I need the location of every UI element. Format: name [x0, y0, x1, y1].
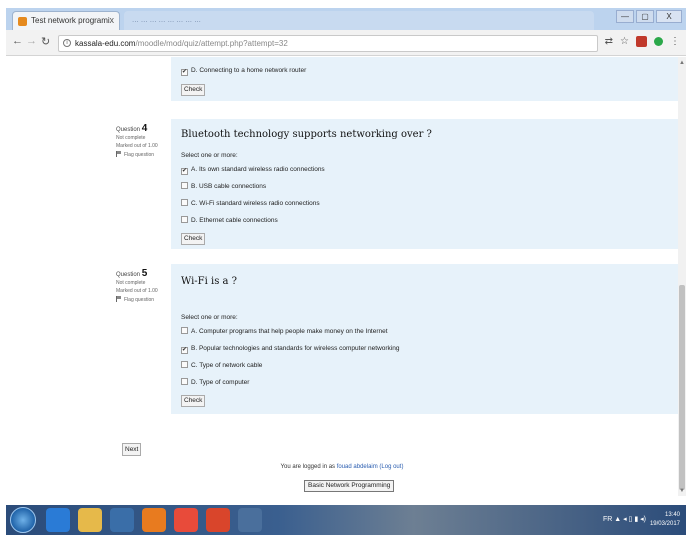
- browser-toolbar: ← → ↻ i kassala-edu.com/moodle/mod/quiz/…: [6, 30, 686, 56]
- logged-in-text: You are logged in as: [280, 464, 336, 470]
- check-button-q4[interactable]: Check: [181, 233, 206, 245]
- tab-title: Test network programi: [31, 16, 110, 25]
- moodle-favicon-icon: [18, 17, 27, 26]
- flag-question-link[interactable]: Flag question: [116, 150, 170, 159]
- checkbox-icon[interactable]: [181, 216, 188, 223]
- q4-option-d[interactable]: D. Ethernet cable connections: [181, 215, 671, 229]
- tab-close-icon[interactable]: x: [110, 15, 115, 25]
- scroll-up-icon[interactable]: ▲: [679, 60, 685, 66]
- question-4-info: Question 4 Not complete Marked out of 1.…: [116, 123, 170, 159]
- inactive-tab-title: ... ... ... ... ... ... ... ...: [132, 15, 201, 24]
- checkbox-icon[interactable]: [181, 199, 188, 206]
- checkbox-icon[interactable]: [181, 182, 188, 189]
- question-4-prompt: Select one or more:: [181, 152, 238, 159]
- maximize-button[interactable]: ▢: [636, 10, 654, 23]
- translate-icon[interactable]: ⇄: [605, 36, 613, 47]
- question-status: Not complete: [116, 280, 146, 286]
- q4-option-c[interactable]: C. Wi-Fi standard wireless radio connect…: [181, 198, 671, 212]
- option-text: A. Computer programs that help people ma…: [191, 328, 388, 335]
- windows-taskbar: FR ▲ ◂ ▯ ▮ ◂) 13:40 19/03/2017: [6, 505, 686, 535]
- address-bar[interactable]: i kassala-edu.com/moodle/mod/quiz/attemp…: [58, 35, 598, 52]
- scroll-down-icon[interactable]: ▼: [679, 488, 685, 494]
- prev-option-letter: D.: [191, 67, 198, 74]
- toolbar-icons: ⇄ ☆ ⋮: [605, 36, 680, 47]
- minimize-button[interactable]: —: [616, 10, 634, 23]
- check-button-q5[interactable]: Check: [181, 395, 206, 407]
- question-5-info: Question 5 Not complete Marked out of 1.…: [116, 268, 170, 304]
- checkbox-icon[interactable]: [181, 69, 188, 76]
- q5-option-c[interactable]: C. Type of network cable: [181, 360, 671, 374]
- reload-icon[interactable]: ↻: [41, 35, 50, 48]
- internet-explorer-icon[interactable]: [46, 508, 70, 532]
- bookmark-star-icon[interactable]: ☆: [620, 36, 629, 47]
- check-button-q3[interactable]: Check: [181, 84, 206, 96]
- option-text: C. Type of network cable: [191, 362, 263, 369]
- clock-time: 13:40: [664, 512, 680, 518]
- window-controls: — ▢ X: [616, 10, 682, 23]
- browser-title-bar: Test network programi x ... ... ... ... …: [6, 8, 686, 30]
- document-app-icon[interactable]: [238, 508, 262, 532]
- flag-icon: [116, 296, 121, 302]
- question-marks: Marked out of 1.00: [116, 143, 158, 149]
- back-arrow-icon[interactable]: ←: [12, 35, 23, 47]
- question-5-prompt: Select one or more:: [181, 314, 238, 321]
- extension-green-icon[interactable]: [654, 37, 663, 46]
- flag-icon: [116, 151, 121, 157]
- question-marks: Marked out of 1.00: [116, 288, 158, 294]
- q5-option-a[interactable]: A. Computer programs that help people ma…: [181, 326, 671, 340]
- download-manager-icon[interactable]: [206, 508, 230, 532]
- question-3-tail: D. Connecting to a home network router C…: [171, 57, 678, 101]
- extension-icon[interactable]: [636, 36, 647, 47]
- tab-test-network[interactable]: Test network programi x: [12, 11, 120, 30]
- logout-link[interactable]: (Log out): [379, 464, 403, 470]
- question-5-text: Wi-Fi is a ?: [181, 276, 238, 287]
- taskbar-clock[interactable]: 13:40 19/03/2017: [650, 511, 680, 529]
- question-4-text: Bluetooth technology supports networking…: [181, 129, 432, 140]
- url-host: kassala-edu.com: [75, 39, 136, 48]
- page-content: D. Connecting to a home network router C…: [6, 57, 678, 496]
- q5-option-b[interactable]: B. Popular technologies and standards fo…: [181, 343, 671, 357]
- option-text: A. Its own standard wireless radio conne…: [191, 166, 325, 173]
- scrollbar-thumb[interactable]: [679, 285, 685, 490]
- checkbox-icon[interactable]: [181, 347, 188, 354]
- option-text: C. Wi-Fi standard wireless radio connect…: [191, 200, 320, 207]
- login-info: You are logged in as fouad abdelaim (Log…: [6, 464, 678, 470]
- question-4-box: Bluetooth technology supports networking…: [171, 119, 678, 249]
- chrome-icon[interactable]: [174, 508, 198, 532]
- next-button[interactable]: Next: [122, 443, 142, 456]
- start-button-icon[interactable]: [10, 507, 36, 533]
- flag-question-link[interactable]: Flag question: [116, 295, 170, 304]
- question-number: Question 5: [116, 268, 148, 279]
- close-window-button[interactable]: X: [656, 10, 682, 23]
- checkbox-icon[interactable]: [181, 361, 188, 368]
- clock-date: 19/03/2017: [649, 521, 680, 527]
- course-home-button[interactable]: Basic Network Programming: [304, 480, 395, 492]
- media-player-icon[interactable]: [110, 508, 134, 532]
- q5-option-d[interactable]: D. Type of computer: [181, 377, 671, 391]
- inactive-tab[interactable]: ... ... ... ... ... ... ... ...: [124, 11, 594, 30]
- option-text: B. USB cable connections: [191, 183, 267, 190]
- system-tray[interactable]: FR ▲ ◂ ▯ ▮ ◂): [603, 515, 646, 523]
- prev-option-d[interactable]: D. Connecting to a home network router: [181, 65, 671, 79]
- menu-kebab-icon[interactable]: ⋮: [670, 36, 680, 47]
- site-info-icon[interactable]: i: [63, 39, 71, 47]
- user-profile-link[interactable]: fouad abdelaim: [337, 464, 378, 470]
- checkbox-icon[interactable]: [181, 168, 188, 175]
- file-explorer-icon[interactable]: [78, 508, 102, 532]
- q4-option-a[interactable]: A. Its own standard wireless radio conne…: [181, 164, 671, 178]
- question-status: Not complete: [116, 135, 146, 141]
- checkbox-icon[interactable]: [181, 327, 188, 334]
- option-text: D. Type of computer: [191, 379, 250, 386]
- checkbox-icon[interactable]: [181, 378, 188, 385]
- url-path: /moodle/mod/quiz/attempt.php?attempt=32: [135, 39, 288, 48]
- option-text: B. Popular technologies and standards fo…: [191, 345, 400, 352]
- question-number: Question 4: [116, 123, 148, 134]
- forward-arrow-icon[interactable]: →: [26, 35, 37, 47]
- prev-option-text: Connecting to a home network router: [199, 67, 307, 74]
- firefox-icon[interactable]: [142, 508, 166, 532]
- question-5-box: Wi-Fi is a ? Select one or more: A. Comp…: [171, 264, 678, 414]
- option-text: D. Ethernet cable connections: [191, 217, 278, 224]
- q4-option-b[interactable]: B. USB cable connections: [181, 181, 671, 195]
- screenshot-frame: Test network programi x ... ... ... ... …: [0, 0, 692, 541]
